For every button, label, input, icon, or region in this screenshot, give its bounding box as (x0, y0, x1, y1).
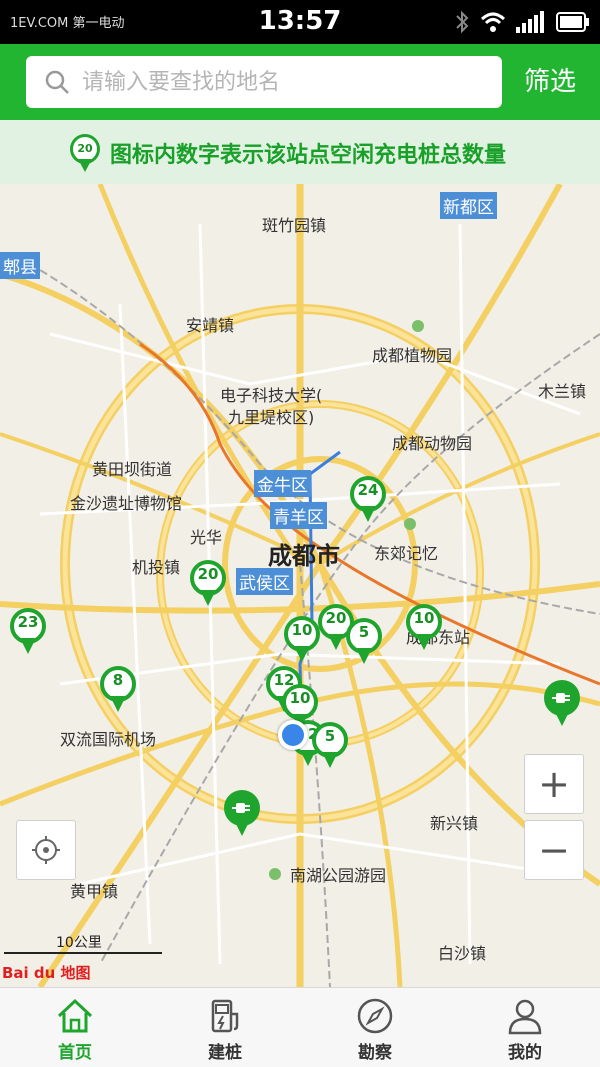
place-label: 黄甲镇 (70, 882, 119, 901)
tab-bar: 首页 建桩 勘察 我的 (0, 987, 600, 1067)
map-view[interactable]: 斑竹园镇 新都区 郫县 安靖镇 成都植物园 木兰镇 电子科技大学( 九里堤校区)… (0, 184, 600, 987)
map-scale-bar (4, 952, 162, 954)
station-pin[interactable]: 23 (10, 608, 46, 656)
place-label: 新兴镇 (430, 814, 479, 833)
tab-survey[interactable]: 勘察 (300, 988, 450, 1067)
search-box[interactable] (26, 56, 502, 108)
tab-label: 勘察 (358, 1043, 392, 1063)
place-label: 南湖公园游园 (290, 866, 387, 885)
tab-mine[interactable]: 我的 (450, 988, 600, 1067)
home-icon (57, 998, 93, 1033)
search-icon (45, 70, 69, 94)
station-pin[interactable]: 5 (346, 618, 382, 666)
place-label: 九里堤校区) (228, 408, 315, 427)
district-label: 金牛区 (254, 470, 311, 497)
my-location-marker (278, 720, 308, 750)
station-pin[interactable]: 20 (190, 560, 226, 608)
baidu-map-logo: Bai du 地图 (2, 964, 91, 982)
place-label: 新都区 (440, 192, 497, 219)
place-label: 东郊记忆 (374, 544, 439, 563)
place-label: 郫县 (0, 252, 40, 279)
search-input[interactable] (82, 64, 482, 100)
station-pin[interactable]: 24 (350, 476, 386, 524)
district-label: 武侯区 (236, 568, 293, 595)
place-label: 光华 (190, 528, 223, 547)
place-label: 电子科技大学( (220, 386, 323, 405)
user-icon (508, 999, 542, 1035)
hint-text: 图标内数字表示该站点空闲充电桩总数量 (110, 143, 507, 168)
place-label: 安靖镇 (186, 316, 235, 335)
zoom-in-button[interactable]: + (524, 754, 584, 814)
locate-button[interactable] (16, 820, 76, 880)
battery-icon (556, 12, 589, 32)
plug-icon (552, 693, 570, 703)
tab-build[interactable]: 建桩 (150, 988, 300, 1067)
place-label: 成都动物园 (392, 434, 473, 453)
search-header: 筛选 (0, 44, 600, 120)
status-bar: 1EV.COM 第一电动 13:57 (0, 0, 600, 44)
map-scale-label: 10公里 (56, 935, 102, 951)
compass-icon (357, 998, 393, 1034)
place-label: 机投镇 (132, 558, 181, 577)
place-label: 黄田坝街道 (92, 460, 173, 479)
place-label: 木兰镇 (538, 382, 587, 401)
city-label: 成都市 (268, 542, 340, 570)
tab-label: 我的 (508, 1043, 542, 1063)
place-label: 白沙镇 (438, 944, 487, 963)
station-pin[interactable]: 8 (100, 666, 136, 714)
place-label: 成都植物园 (372, 346, 453, 365)
charging-station-pin[interactable] (224, 790, 260, 838)
place-label: 斑竹园镇 (262, 216, 327, 235)
station-pin[interactable]: 10 (406, 604, 442, 652)
zoom-out-button[interactable]: − (524, 820, 584, 880)
place-label: 金沙遗址博物馆 (70, 494, 183, 513)
wifi-icon (480, 12, 506, 32)
station-pin[interactable]: 10 (284, 616, 320, 664)
charger-icon (211, 999, 239, 1033)
tab-home[interactable]: 首页 (0, 988, 150, 1067)
tab-label: 建桩 (208, 1043, 242, 1063)
crosshair-icon (32, 836, 60, 864)
signal-icon (516, 11, 544, 33)
plug-icon (232, 803, 250, 813)
bluetooth-icon (456, 10, 469, 34)
tab-label: 首页 (58, 1043, 92, 1063)
station-pin[interactable]: 5 (312, 722, 348, 770)
hint-banner: 20 图标内数字表示该站点空闲充电桩总数量 (0, 120, 600, 184)
filter-button[interactable]: 筛选 (510, 56, 590, 108)
place-label: 双流国际机场 (60, 730, 157, 749)
charging-station-pin[interactable] (544, 680, 580, 728)
station-pin-icon: 20 (70, 134, 100, 172)
district-label: 青羊区 (270, 502, 327, 529)
